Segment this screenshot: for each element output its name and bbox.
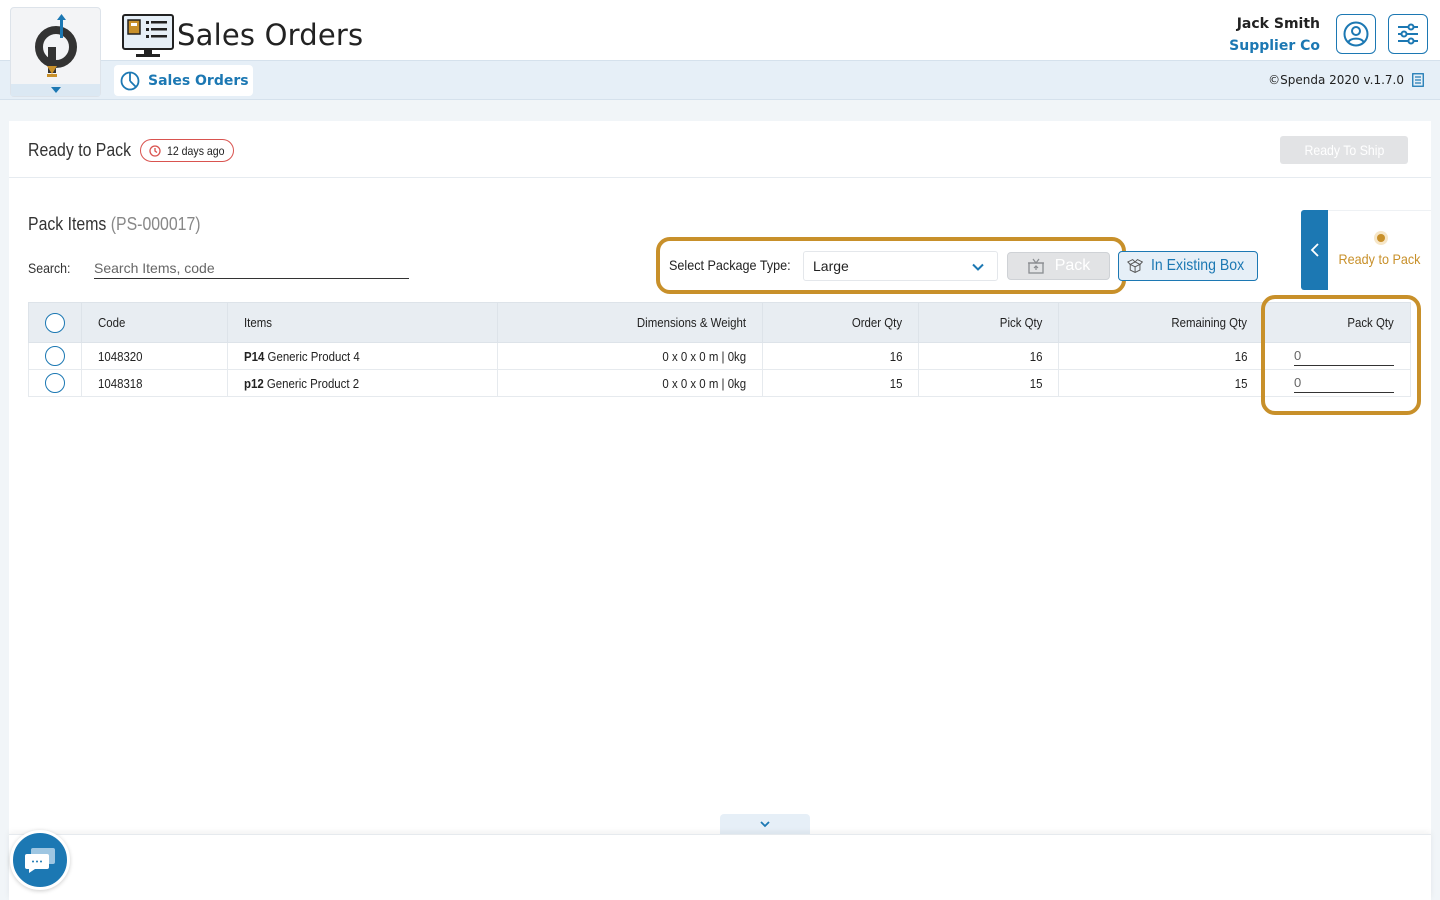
pack-items-table: Code Items Dimensions & Weight Order Qty… bbox=[28, 302, 1412, 397]
tab-sales-orders-label: Sales Orders bbox=[148, 72, 249, 89]
pack-items-title: Pack Items (PS-000017) bbox=[28, 214, 201, 235]
profile-button[interactable] bbox=[1336, 14, 1376, 54]
row-select-cell bbox=[28, 342, 82, 370]
version-text: ©Spenda 2020 v.1.7.0 bbox=[1268, 73, 1404, 87]
cell-remaining-qty: 15 bbox=[1058, 369, 1264, 397]
chat-bubble-icon bbox=[25, 848, 55, 873]
spenda-logo-icon bbox=[35, 14, 77, 77]
column-header-code: Code bbox=[81, 302, 228, 343]
cell-order-qty: 15 bbox=[762, 369, 920, 397]
select-all-radio[interactable] bbox=[45, 312, 65, 333]
table-header-row: Code Items Dimensions & Weight Order Qty… bbox=[28, 302, 1412, 343]
cell-dimensions: 0 x 0 x 0 m | 0kg bbox=[496, 342, 764, 370]
status-step-label: Ready to Pack bbox=[1338, 251, 1421, 267]
row-select-cell bbox=[28, 369, 82, 397]
sliders-icon bbox=[1398, 23, 1418, 45]
pack-id: (PS-000017) bbox=[110, 214, 201, 234]
expand-footer-button[interactable] bbox=[720, 814, 810, 834]
document-icon[interactable] bbox=[1412, 73, 1424, 87]
status-header: Ready to Pack 12 days ago Ready To Ship bbox=[9, 121, 1431, 178]
footer-bar bbox=[9, 834, 1431, 900]
pack-panel: Ready to Pack 12 days ago Ready To Ship … bbox=[9, 121, 1431, 900]
clock-icon bbox=[149, 144, 161, 157]
pack-qty-highlight bbox=[1261, 295, 1421, 415]
status-dot-icon bbox=[1374, 231, 1388, 245]
item-name: Generic Product 2 bbox=[266, 375, 360, 391]
box-icon bbox=[1027, 258, 1044, 274]
package-type-select[interactable]: Large bbox=[803, 251, 998, 281]
row-select-radio[interactable] bbox=[45, 346, 65, 366]
search-input[interactable] bbox=[94, 257, 409, 279]
app-switcher[interactable] bbox=[10, 7, 101, 97]
column-header-dimensions: Dimensions & Weight bbox=[496, 302, 764, 343]
tab-sales-orders[interactable]: Sales Orders bbox=[114, 65, 253, 96]
caret-down-icon bbox=[51, 87, 61, 93]
sales-orders-monitor-icon bbox=[122, 14, 174, 57]
app-title: Sales Orders bbox=[177, 18, 364, 52]
column-header-remaining-qty: Remaining Qty bbox=[1058, 302, 1264, 343]
cell-item: P14 Generic Product 4 bbox=[226, 342, 498, 370]
user-circle-icon bbox=[1343, 21, 1369, 47]
table-row: 1048318 p12 Generic Product 2 0 x 0 x 0 … bbox=[28, 369, 1412, 397]
column-header-order-qty: Order Qty bbox=[762, 302, 920, 343]
pack-items-label: Pack Items bbox=[28, 214, 107, 234]
pack-button[interactable]: Pack bbox=[1007, 252, 1110, 280]
existing-box-label: In Existing Box bbox=[1151, 257, 1245, 274]
chat-button[interactable] bbox=[10, 830, 70, 890]
row-select-radio[interactable] bbox=[45, 373, 65, 393]
user-name: Jack Smith bbox=[1236, 16, 1320, 32]
table-row: 1048320 P14 Generic Product 4 0 x 0 x 0 … bbox=[28, 342, 1412, 370]
item-name: Generic Product 4 bbox=[267, 348, 360, 364]
item-code: P14 bbox=[243, 348, 265, 364]
item-code: p12 bbox=[243, 375, 264, 391]
settings-button[interactable] bbox=[1388, 14, 1428, 54]
cell-dimensions: 0 x 0 x 0 m | 0kg bbox=[496, 369, 764, 397]
chevron-down-icon bbox=[760, 821, 770, 828]
user-company: Supplier Co bbox=[1229, 38, 1320, 54]
app-header: Sales Orders Jack Smith Supplier Co bbox=[0, 0, 1440, 97]
cell-item: p12 Generic Product 2 bbox=[226, 369, 498, 397]
pack-button-label: Pack bbox=[1054, 257, 1091, 274]
ready-to-ship-label: Ready To Ship bbox=[1304, 142, 1384, 158]
cell-code: 1048320 bbox=[81, 342, 228, 370]
search-label: Search: bbox=[28, 260, 71, 276]
time-ago-badge: 12 days ago bbox=[140, 139, 234, 162]
pie-chart-icon bbox=[120, 71, 140, 90]
package-type-label: Select Package Type: bbox=[669, 257, 791, 273]
status-title: Ready to Pack bbox=[28, 140, 132, 160]
column-header-pick-qty: Pick Qty bbox=[918, 302, 1060, 343]
column-header-items: Items bbox=[226, 302, 498, 343]
cell-order-qty: 16 bbox=[762, 342, 920, 370]
collapse-side-panel-button[interactable] bbox=[1301, 210, 1328, 290]
ready-to-ship-button[interactable]: Ready To Ship bbox=[1280, 136, 1408, 164]
time-ago-text: 12 days ago bbox=[167, 143, 225, 158]
cell-code: 1048318 bbox=[81, 369, 228, 397]
status-step: Ready to Pack bbox=[1328, 210, 1431, 290]
chevron-down-icon bbox=[972, 263, 984, 271]
cell-pick-qty: 16 bbox=[918, 342, 1060, 370]
cell-pick-qty: 15 bbox=[918, 369, 1060, 397]
cell-remaining-qty: 16 bbox=[1058, 342, 1264, 370]
existing-box-button[interactable]: In Existing Box bbox=[1118, 251, 1258, 281]
module-tab-bar: Sales Orders ©Spenda 2020 v.1.7.0 bbox=[0, 60, 1440, 100]
select-all-cell bbox=[28, 302, 82, 343]
package-type-value: Large bbox=[813, 258, 849, 274]
open-box-icon bbox=[1127, 258, 1144, 274]
chevron-left-icon bbox=[1310, 243, 1319, 257]
